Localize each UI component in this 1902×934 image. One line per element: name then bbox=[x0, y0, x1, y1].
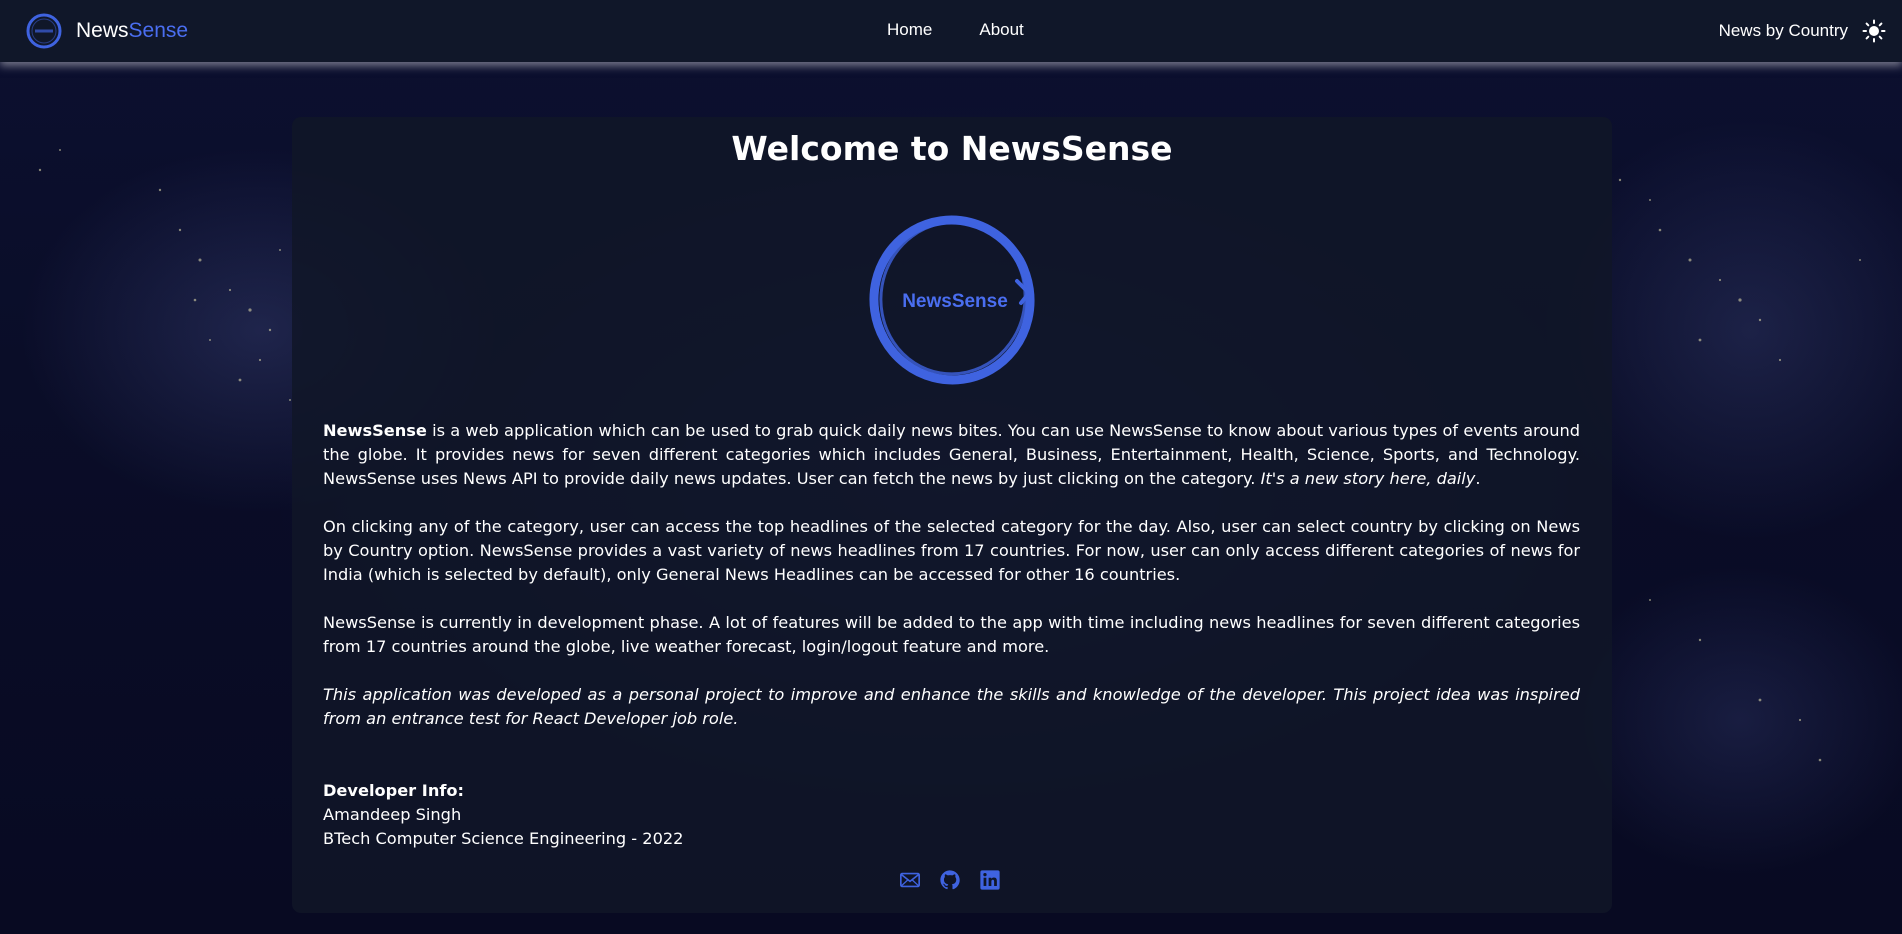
about-card: Welcome to NewsSense NewsSense NewsSense… bbox=[292, 117, 1612, 913]
intro-paragraph: NewsSense is a web application which can… bbox=[323, 419, 1580, 491]
github-icon[interactable] bbox=[939, 869, 961, 891]
developer-degree: BTech Computer Science Engineering - 202… bbox=[323, 829, 684, 848]
intro-tagline: It's a new story here, daily bbox=[1260, 469, 1476, 488]
logo-text: NewsSense bbox=[902, 291, 1008, 312]
linkedin-icon[interactable] bbox=[979, 869, 1001, 891]
nav-about-link[interactable]: About bbox=[979, 20, 1023, 40]
sun-icon[interactable] bbox=[1862, 19, 1886, 43]
brand-name: NewsSense bbox=[76, 19, 188, 43]
brand-name-part1: News bbox=[76, 19, 129, 42]
social-links bbox=[899, 869, 1019, 891]
developer-name: Amandeep Singh bbox=[323, 805, 462, 824]
categories-paragraph: On clicking any of the category, user ca… bbox=[323, 517, 1580, 584]
page-title: Welcome to NewsSense bbox=[731, 129, 1173, 168]
newssense-logo-icon bbox=[26, 13, 62, 49]
intro-end: . bbox=[1475, 469, 1481, 488]
nav-links: Home About bbox=[887, 20, 1071, 40]
development-paragraph: NewsSense is currently in development ph… bbox=[323, 613, 1580, 656]
project-note-paragraph: This application was developed as a pers… bbox=[323, 685, 1580, 728]
intro-brand-name: NewsSense bbox=[323, 421, 427, 440]
nav-home-link[interactable]: Home bbox=[887, 20, 932, 40]
brand-link[interactable]: NewsSense bbox=[24, 11, 188, 51]
navbar: NewsSense Home About News by Country bbox=[0, 0, 1902, 62]
news-by-country-dropdown[interactable]: News by Country bbox=[1719, 21, 1848, 41]
brand-name-part2: Sense bbox=[128, 19, 189, 42]
newssense-logo-icon: NewsSense bbox=[869, 215, 1035, 385]
mail-icon[interactable] bbox=[899, 869, 921, 891]
developer-info: Developer Info: Amandeep Singh BTech Com… bbox=[323, 779, 683, 851]
nav-right: News by Country bbox=[1719, 19, 1886, 43]
developer-heading: Developer Info: bbox=[323, 781, 464, 800]
